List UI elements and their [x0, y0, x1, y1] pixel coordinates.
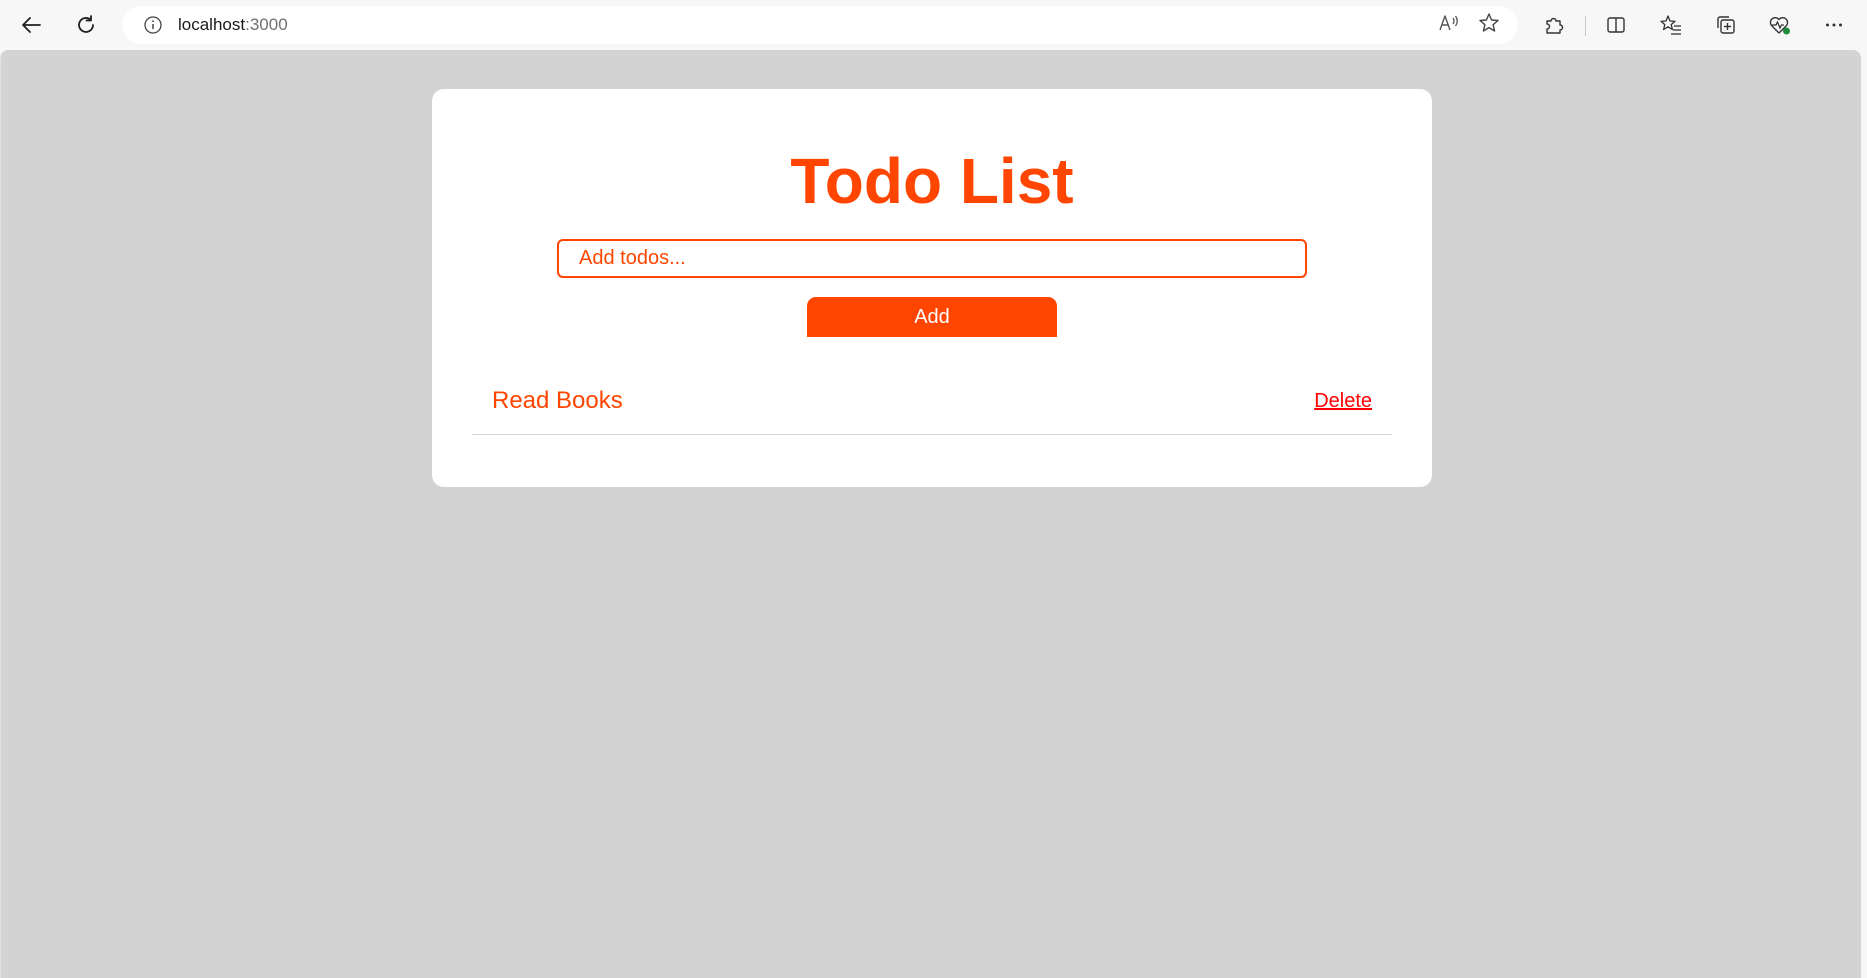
page-title: Todo List — [790, 145, 1074, 217]
back-button[interactable] — [13, 10, 49, 40]
star-icon[interactable] — [1478, 12, 1500, 39]
heart-pulse-icon[interactable] — [1764, 10, 1796, 40]
todo-text: Read Books — [492, 387, 623, 414]
todo-list: Read Books Delete — [472, 377, 1392, 435]
puzzle-icon[interactable] — [1538, 10, 1570, 40]
url-text[interactable]: localhost:3000 — [178, 15, 288, 35]
add-button[interactable]: Add — [807, 297, 1057, 337]
read-aloud-icon[interactable] — [1438, 13, 1460, 38]
collections-icon[interactable] — [1710, 10, 1742, 40]
info-icon[interactable] — [142, 14, 164, 36]
page-viewport: Todo List Add Read Books Delete — [0, 50, 1861, 978]
more-icon[interactable] — [1818, 10, 1850, 40]
url-host: localhost — [178, 15, 246, 34]
split-screen-icon[interactable] — [1600, 10, 1632, 40]
refresh-icon — [78, 15, 94, 33]
url-port: :3000 — [245, 15, 288, 34]
address-bar[interactable]: localhost:3000 — [122, 6, 1518, 44]
back-arrow-icon — [22, 17, 41, 33]
todo-item: Read Books Delete — [472, 377, 1392, 435]
refresh-button[interactable] — [68, 10, 104, 40]
todo-card: Todo List Add Read Books Delete — [432, 89, 1432, 487]
browser-toolbar: localhost:3000 — [0, 0, 1867, 50]
favorites-list-icon[interactable] — [1655, 10, 1687, 40]
delete-link[interactable]: Delete — [1314, 390, 1372, 413]
todo-input[interactable] — [557, 239, 1307, 278]
toolbar-separator — [1585, 16, 1586, 36]
